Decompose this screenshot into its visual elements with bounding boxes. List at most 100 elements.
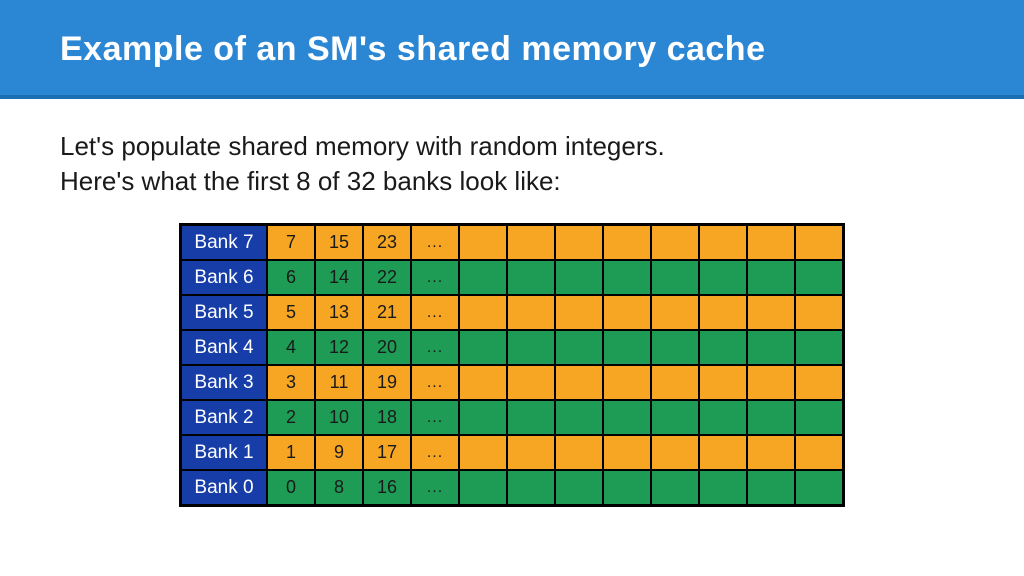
bank-cell: ... — [411, 470, 459, 505]
bank-cell — [795, 470, 843, 505]
bank-cell — [747, 330, 795, 365]
bank-cell — [507, 365, 555, 400]
bank-cell — [603, 330, 651, 365]
bank-cell: 14 — [315, 260, 363, 295]
bank-label: Bank 6 — [181, 260, 267, 295]
bank-cell — [699, 400, 747, 435]
bank-cell: ... — [411, 225, 459, 260]
bank-cell — [555, 470, 603, 505]
table-row: Bank 331119... — [181, 365, 843, 400]
table-row: Bank 11917... — [181, 435, 843, 470]
bank-cell — [603, 365, 651, 400]
bank-table: Bank 771523...Bank 661422...Bank 551321.… — [179, 223, 845, 507]
bank-cell — [603, 260, 651, 295]
bank-cell: 17 — [363, 435, 411, 470]
bank-cell: 8 — [315, 470, 363, 505]
bank-cell: ... — [411, 330, 459, 365]
bank-cell: 10 — [315, 400, 363, 435]
bank-cell: 23 — [363, 225, 411, 260]
bank-cell: 9 — [315, 435, 363, 470]
bank-cell — [459, 365, 507, 400]
bank-cell — [699, 470, 747, 505]
bank-cell — [651, 435, 699, 470]
bank-cell — [555, 365, 603, 400]
bank-cell: 4 — [267, 330, 315, 365]
bank-cell — [699, 260, 747, 295]
bank-cell — [795, 400, 843, 435]
bank-cell — [507, 330, 555, 365]
bank-cell — [603, 435, 651, 470]
bank-cell: 7 — [267, 225, 315, 260]
bank-cell — [747, 470, 795, 505]
bank-cell — [795, 330, 843, 365]
bank-cell: 22 — [363, 260, 411, 295]
bank-cell — [507, 470, 555, 505]
bank-cell — [603, 295, 651, 330]
bank-cell — [699, 225, 747, 260]
bank-cell: ... — [411, 435, 459, 470]
bank-cell — [651, 330, 699, 365]
bank-cell: 13 — [315, 295, 363, 330]
bank-cell — [555, 400, 603, 435]
bank-cell — [747, 225, 795, 260]
table-row: Bank 551321... — [181, 295, 843, 330]
intro-line-2: Here's what the first 8 of 32 banks look… — [60, 164, 964, 199]
bank-cell: 1 — [267, 435, 315, 470]
bank-cell — [651, 365, 699, 400]
bank-label: Bank 7 — [181, 225, 267, 260]
bank-cell — [459, 295, 507, 330]
bank-cell: 6 — [267, 260, 315, 295]
bank-cell — [603, 225, 651, 260]
bank-cell — [747, 260, 795, 295]
bank-cell — [507, 295, 555, 330]
table-row: Bank 661422... — [181, 260, 843, 295]
bank-label: Bank 5 — [181, 295, 267, 330]
bank-cell — [699, 295, 747, 330]
bank-label: Bank 4 — [181, 330, 267, 365]
slide-title: Example of an SM's shared memory cache — [60, 30, 964, 69]
bank-cell — [699, 330, 747, 365]
bank-cell: 3 — [267, 365, 315, 400]
bank-cell: 12 — [315, 330, 363, 365]
bank-cell — [747, 435, 795, 470]
bank-cell — [651, 295, 699, 330]
bank-cell — [555, 435, 603, 470]
bank-label: Bank 2 — [181, 400, 267, 435]
table-row: Bank 771523... — [181, 225, 843, 260]
bank-cell — [459, 225, 507, 260]
bank-cell: ... — [411, 260, 459, 295]
bank-cell — [507, 400, 555, 435]
bank-label: Bank 3 — [181, 365, 267, 400]
bank-table-wrap: Bank 771523...Bank 661422...Bank 551321.… — [179, 223, 845, 507]
bank-cell: ... — [411, 365, 459, 400]
bank-cell — [699, 365, 747, 400]
bank-cell: ... — [411, 295, 459, 330]
bank-cell — [603, 400, 651, 435]
bank-cell — [795, 435, 843, 470]
bank-cell — [651, 260, 699, 295]
bank-cell — [795, 365, 843, 400]
table-row: Bank 441220... — [181, 330, 843, 365]
bank-cell — [555, 295, 603, 330]
slide-body: Let's populate shared memory with random… — [0, 99, 1024, 507]
bank-cell — [555, 225, 603, 260]
bank-cell — [795, 260, 843, 295]
bank-cell — [459, 260, 507, 295]
bank-cell — [651, 225, 699, 260]
bank-cell — [507, 435, 555, 470]
table-row: Bank 00816... — [181, 470, 843, 505]
bank-cell — [651, 400, 699, 435]
bank-cell: 20 — [363, 330, 411, 365]
bank-cell — [747, 365, 795, 400]
bank-cell — [459, 435, 507, 470]
bank-cell — [651, 470, 699, 505]
bank-cell — [459, 470, 507, 505]
bank-cell: 2 — [267, 400, 315, 435]
intro-line-1: Let's populate shared memory with random… — [60, 129, 964, 164]
bank-cell — [555, 330, 603, 365]
bank-cell — [459, 400, 507, 435]
table-row: Bank 221018... — [181, 400, 843, 435]
bank-cell: 5 — [267, 295, 315, 330]
bank-cell — [507, 260, 555, 295]
slide-header: Example of an SM's shared memory cache — [0, 0, 1024, 99]
